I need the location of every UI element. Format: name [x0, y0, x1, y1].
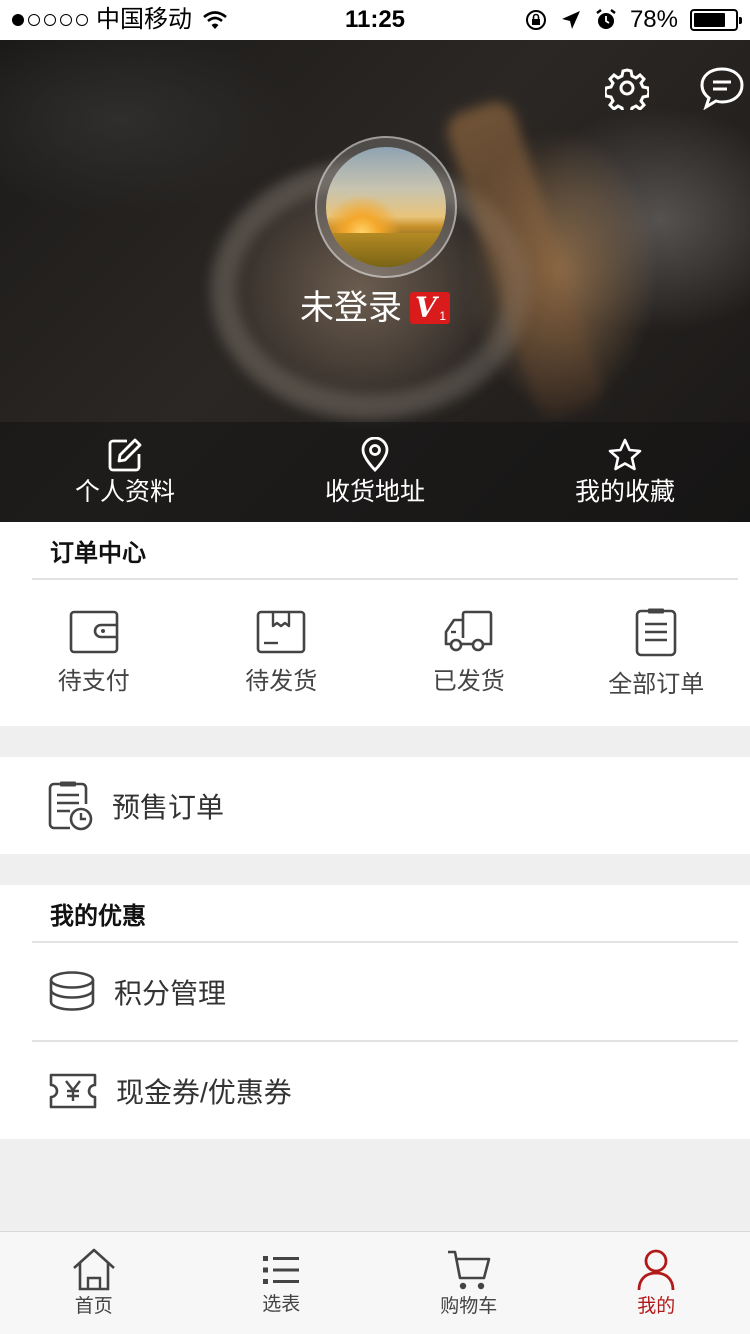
delivery-truck-icon [444, 610, 493, 652]
location-arrow-icon [561, 11, 580, 29]
wallet-icon [69, 610, 119, 654]
favorites-button[interactable]: 我的收藏 [500, 422, 750, 522]
all-orders-button[interactable]: 全部订单 [563, 580, 750, 726]
shipping-address-button[interactable]: 收货地址 [250, 422, 500, 522]
list-icon [263, 1256, 300, 1284]
pending-shipment-label: 待发货 [245, 668, 318, 695]
profile-actions: 个人资料 收货地址 我的收藏 [0, 422, 750, 522]
battery-percent: 78% [629, 6, 678, 33]
tab-cart-label: 购物车 [440, 1296, 498, 1317]
username[interactable]: 未登录 [300, 288, 402, 328]
tab-browse-watches[interactable]: 选表 [188, 1232, 376, 1334]
star-icon [608, 438, 642, 471]
order-center-section: 订单中心 待支付 待发货 已发货 全部订单 [0, 522, 750, 726]
my-account-page: 中国移动 11:25 78% 未登录 V 1 个人资料 收货地址 我的收藏 订单… [0, 0, 750, 1334]
shipping-address-label: 收货地址 [324, 478, 425, 506]
vip-level-badge: V 1 [410, 292, 450, 324]
gear-icon [605, 68, 649, 110]
profile-header: 未登录 V 1 个人资料 收货地址 我的收藏 [0, 40, 750, 522]
profile-info-label: 个人资料 [74, 478, 175, 506]
discounts-section: 我的优惠 积分管理 现金券/优惠券 [0, 885, 750, 1139]
shipped-label: 已发货 [432, 668, 505, 695]
bottom-tab-bar: 首页 选表 购物车 我的 [0, 1231, 750, 1334]
rotation-lock-icon [525, 10, 546, 30]
shipped-button[interactable]: 已发货 [375, 580, 563, 726]
presale-orders-row[interactable]: 预售订单 [0, 757, 750, 854]
presale-orders-label: 预售订单 [112, 791, 225, 823]
coin-stack-icon [49, 970, 95, 1011]
pending-shipment-button[interactable]: 待发货 [188, 580, 376, 726]
status-bar: 中国移动 11:25 78% [0, 0, 750, 40]
pending-payment-label: 待支付 [57, 668, 130, 695]
tab-cart[interactable]: 购物车 [375, 1232, 563, 1334]
order-center-title: 订单中心 [32, 522, 738, 580]
battery-icon [690, 9, 742, 31]
settings-button[interactable] [603, 64, 651, 112]
tab-mine-label: 我的 [637, 1296, 676, 1317]
all-orders-label: 全部订单 [608, 671, 705, 698]
home-icon [72, 1248, 115, 1291]
location-pin-icon [361, 437, 389, 472]
avatar-frame[interactable] [315, 136, 457, 278]
package-box-icon [256, 610, 306, 654]
status-right: 78% [524, 6, 742, 33]
tab-browse-label: 选表 [262, 1294, 301, 1315]
tab-home-label: 首页 [74, 1296, 113, 1317]
message-icon [700, 67, 744, 110]
vip-level: 1 [439, 309, 446, 323]
edit-icon [108, 438, 142, 472]
profile-info-button[interactable]: 个人资料 [0, 422, 250, 522]
cart-icon [447, 1250, 491, 1290]
yuan-ticket-icon [49, 1073, 97, 1108]
coupons-label: 现金券/优惠券 [116, 1076, 292, 1108]
tab-mine[interactable]: 我的 [563, 1232, 750, 1334]
discounts-title: 我的优惠 [32, 885, 738, 943]
message-button[interactable] [698, 64, 746, 112]
points-management-label: 积分管理 [114, 977, 227, 1009]
presale-section: 预售订单 [0, 757, 750, 854]
avatar [326, 147, 446, 267]
clipboard-clock-icon [48, 781, 93, 830]
user-icon [637, 1249, 675, 1291]
username-row: 未登录 V 1 [0, 288, 750, 328]
pending-payment-button[interactable]: 待支付 [0, 580, 188, 726]
vip-letter: V [415, 291, 437, 324]
points-management-row[interactable]: 积分管理 [0, 943, 750, 1040]
battery-level [694, 13, 726, 27]
favorites-label: 我的收藏 [574, 478, 675, 506]
clipboard-list-icon [635, 608, 677, 657]
order-status-grid: 待支付 待发货 已发货 全部订单 [0, 580, 750, 726]
tab-home[interactable]: 首页 [0, 1232, 188, 1334]
coupons-row[interactable]: 现金券/优惠券 [0, 1042, 750, 1139]
alarm-icon [596, 9, 616, 29]
